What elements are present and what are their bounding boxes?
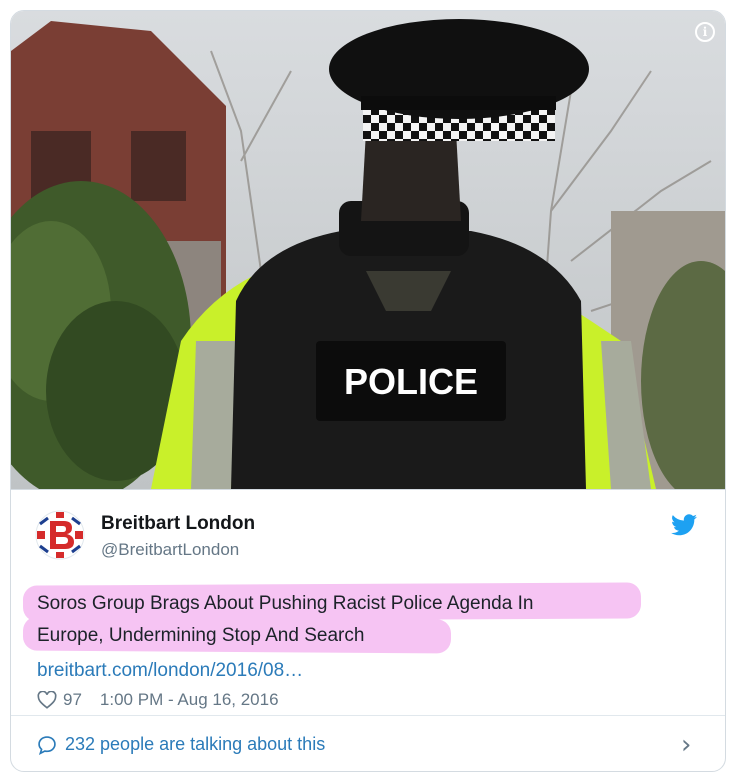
tweet-text-line: Europe, Undermining Stop And Search bbox=[37, 625, 365, 646]
author-name[interactable]: Breitbart London bbox=[101, 513, 255, 535]
tweet-timestamp[interactable]: 1:00 PM - Aug 16, 2016 bbox=[100, 690, 279, 710]
like-count[interactable]: 97 bbox=[63, 690, 82, 710]
talking-about-label[interactable]: 232 people are talking about this bbox=[65, 734, 325, 755]
speech-bubble-icon bbox=[38, 736, 56, 755]
tweet-photo[interactable]: POLICE i bbox=[11, 11, 725, 489]
police-officer-photo: POLICE bbox=[11, 11, 725, 489]
police-patch-text: POLICE bbox=[344, 361, 478, 402]
tweet-text-line: Soros Group Brags About Pushing Racist P… bbox=[37, 593, 534, 614]
embedded-tweet-card[interactable]: POLICE i Breitbart London @BreitbartLond… bbox=[10, 10, 726, 772]
tweet-text: Soros Group Brags About Pushing Racist P… bbox=[37, 588, 677, 652]
twitter-bird-icon[interactable] bbox=[671, 514, 697, 536]
tweet-link[interactable]: breitbart.com/london/2016/08… bbox=[37, 660, 303, 682]
breitbart-logo-avatar[interactable] bbox=[35, 510, 85, 560]
heart-icon[interactable] bbox=[37, 691, 57, 709]
tweet-meta: 97 1:00 PM - Aug 16, 2016 bbox=[37, 690, 279, 710]
author-handle[interactable]: @BreitbartLondon bbox=[101, 540, 239, 560]
conversation-link[interactable]: 232 people are talking about this › bbox=[11, 716, 725, 771]
tweet-body[interactable]: Breitbart London @BreitbartLondon Soros … bbox=[11, 490, 725, 715]
info-icon[interactable]: i bbox=[695, 22, 715, 42]
chevron-right-icon[interactable]: › bbox=[681, 730, 691, 760]
